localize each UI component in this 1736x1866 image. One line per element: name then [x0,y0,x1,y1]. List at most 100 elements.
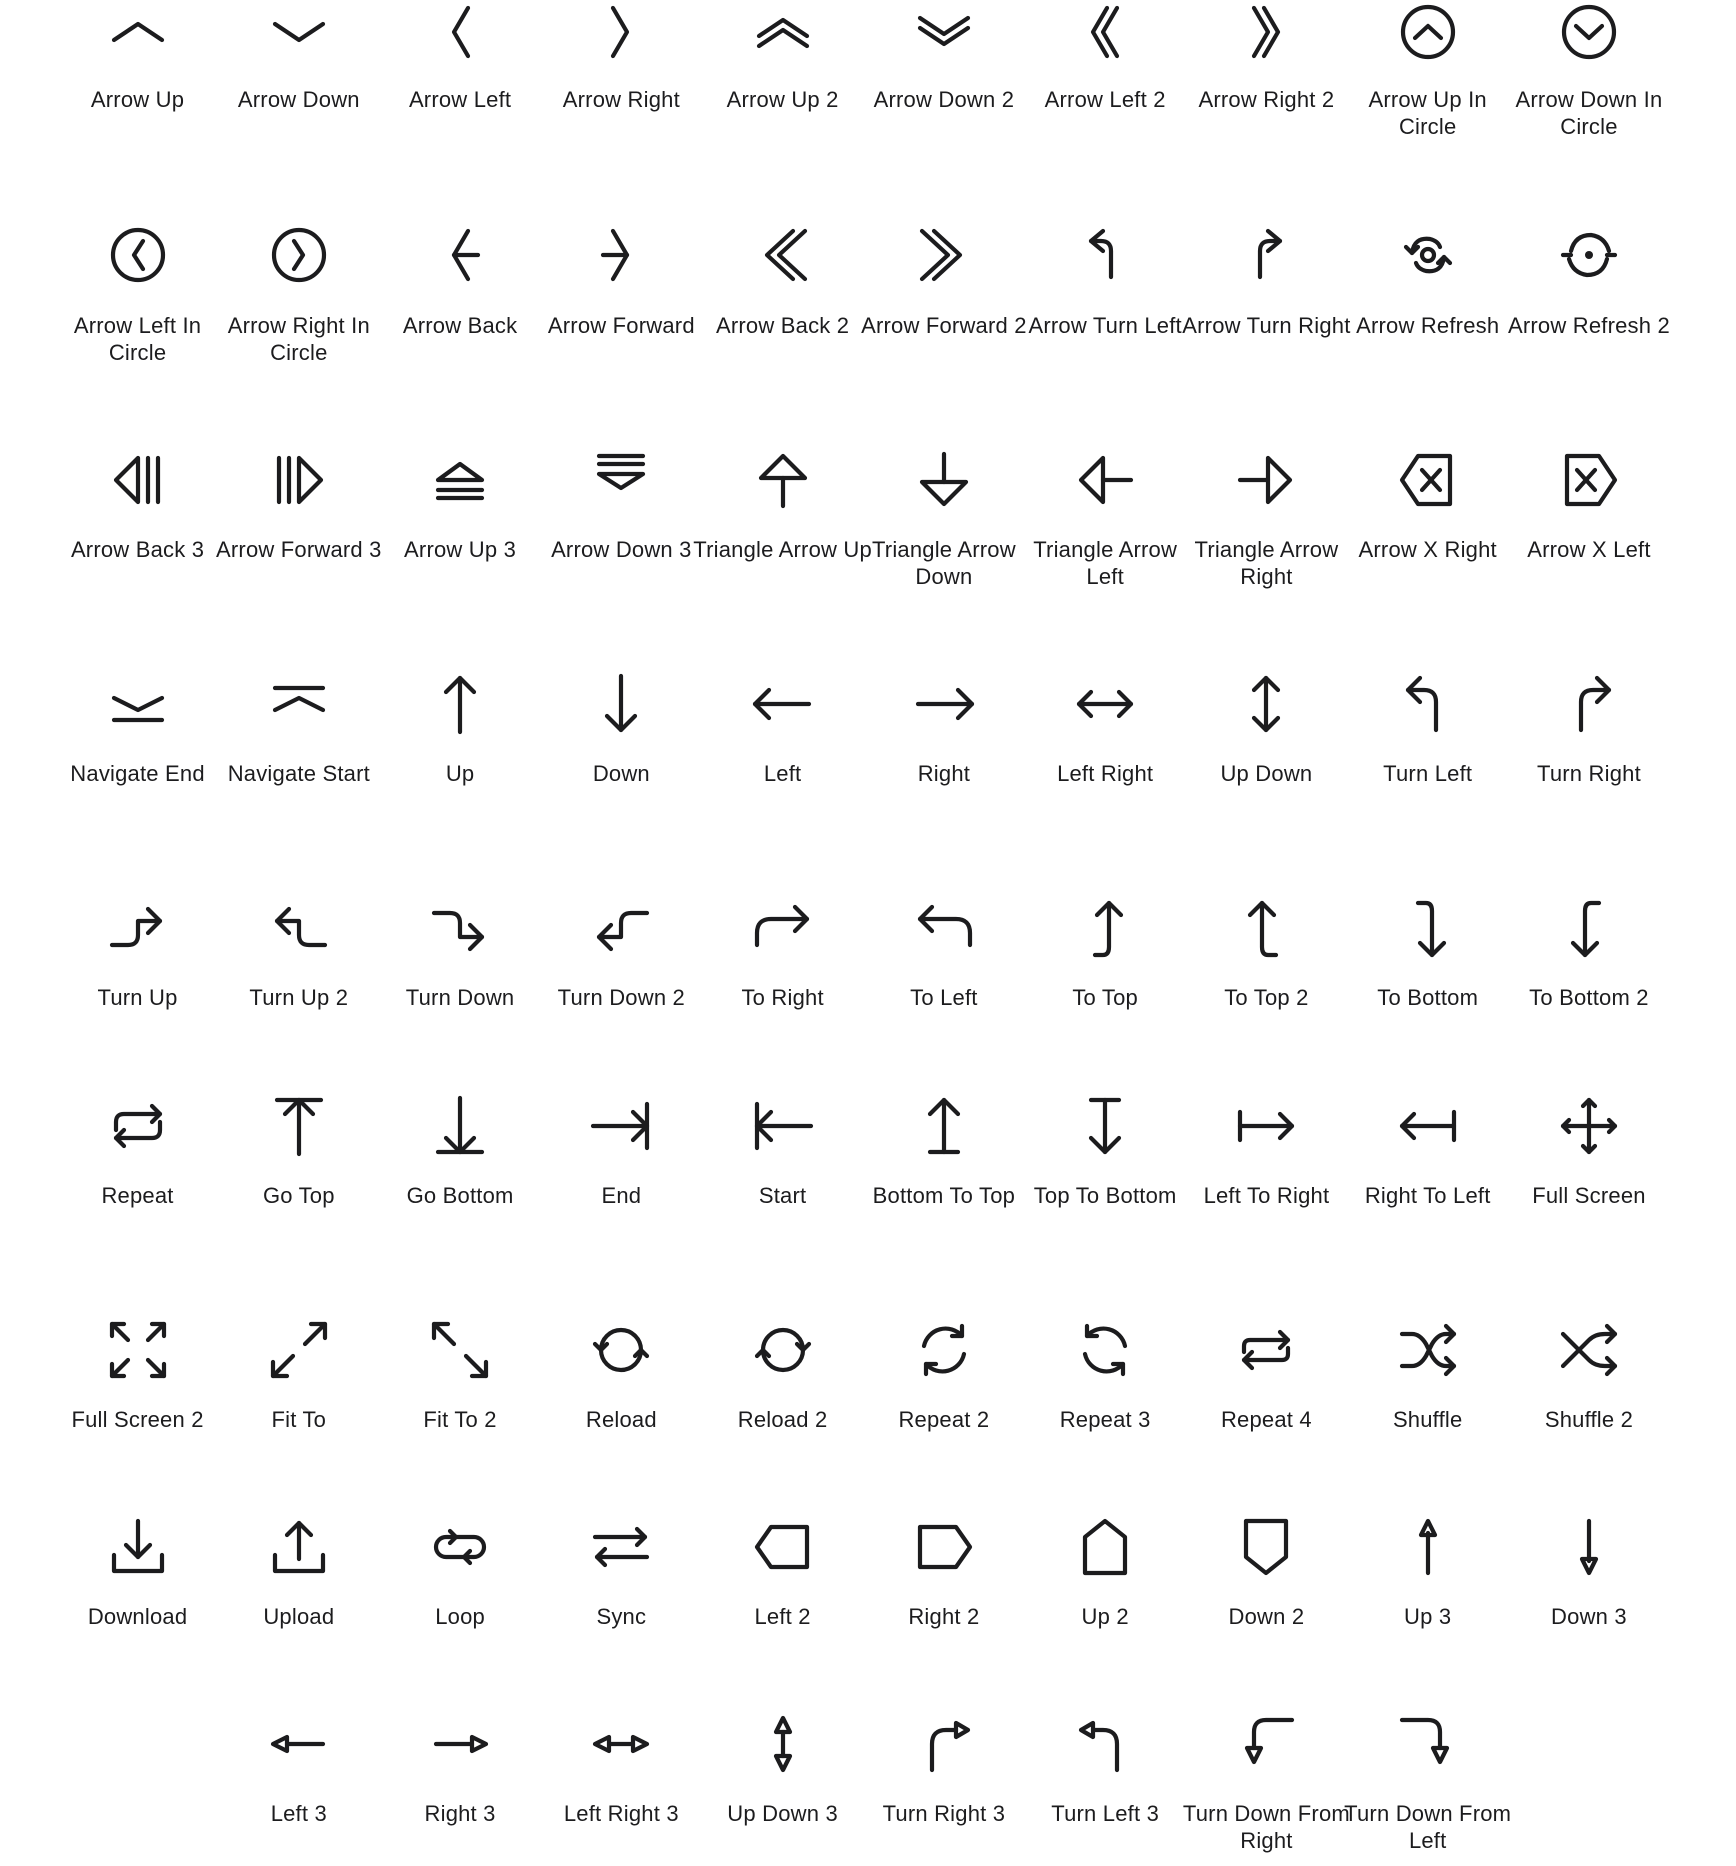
icon-label: Navigate Start [227,761,370,786]
icon-label: Up [445,761,475,786]
repeat-2-icon [921,1323,966,1377]
arrow-back-2-icon [764,228,807,282]
icon-label: Left 3 [270,1801,327,1826]
icon-label: Arrow Forward [547,313,695,338]
icon-label: Arrow Back 2 [716,313,850,338]
icon-label: Up Down [1220,761,1313,786]
navigate-end-icon [111,695,164,723]
icon-label: To Right [741,985,824,1010]
icon-label: Right 2 [908,1604,980,1629]
icon-label: To Top [1072,985,1138,1010]
arrow-back-icon [451,228,481,282]
icon-label: Arrow Forward 3 [216,537,382,562]
up-icon [443,675,477,735]
turn-left-3-icon [1079,1720,1120,1773]
repeat-4-icon [1242,1329,1291,1371]
shuffle-2-icon [1560,1323,1618,1377]
up-down-3-icon [773,1715,792,1773]
arrow-up-2-icon [756,17,809,49]
icon-label: Arrow Forward 2 [861,313,1027,338]
icon-label: To Bottom [1377,985,1479,1010]
icon-label: Turn Down 2 [557,985,685,1010]
arrow-down-2-icon [917,15,970,47]
go-top-icon [274,1097,323,1157]
icon-label: Shuffle 2 [1544,1407,1634,1432]
icon-label: Top To Bottom [1033,1183,1177,1208]
arrow-forward-icon [601,228,630,282]
to-bottom-2-icon [1570,900,1602,958]
arrow-forward-2-icon [919,228,962,282]
icon-label: Arrow Back 3 [70,537,205,562]
icon-label: Turn Right 3 [882,1801,1006,1826]
turn-right-3-icon [929,1720,970,1773]
icon-label: Arrow Down 3 [551,537,692,562]
right-icon [915,687,974,721]
left-right-3-icon [593,1734,650,1754]
go-bottom-icon [435,1095,485,1155]
top-to-bottom-icon [1089,1097,1122,1155]
bottom-to-top-icon [927,1097,960,1155]
arrow-left-icon [451,5,471,59]
icon-label: Left To Right [1203,1183,1330,1208]
right-2-icon [917,1524,972,1570]
to-top-icon [1093,900,1124,958]
turn-down-from-right-icon [1245,1717,1295,1765]
icon-label: Arrow Right [562,87,680,112]
to-bottom-icon [1415,900,1446,958]
icon-label: Arrow Right 2 [1198,87,1335,112]
icon-label: Up 2 [1081,1604,1129,1629]
icon-label: Fit To 2 [423,1407,497,1432]
shuffle-icon [1399,1323,1456,1377]
icon-label: Repeat [101,1183,174,1208]
turn-right-icon [1578,675,1612,733]
full-screen-icon [1560,1097,1618,1155]
icon-label: Navigate End [70,761,205,786]
navigate-start-icon [272,685,325,713]
icon-label: Down 2 [1228,1604,1305,1629]
icon-label: Turn Right [1537,761,1641,786]
repeat-icon [113,1103,162,1149]
icon-label: Bottom To Top [872,1183,1016,1208]
icon-label: Arrow X Right [1358,537,1497,562]
icon-label: Arrow Refresh 2 [1507,313,1670,338]
icon-label: Repeat 4 [1220,1407,1312,1432]
left-icon [752,687,811,721]
icon-label: Turn Down From Right [1182,1801,1350,1853]
arrow-up-3-icon [435,461,485,501]
arrow-down-icon [272,21,325,43]
icon-sheet: Arrow Up Arrow Down Arrow Left Arrow Right A… [0,0,1736,1866]
icon-label: To Left [910,985,978,1010]
icon-label: Go Top [262,1183,335,1208]
arrow-refresh-icon [1403,236,1452,274]
arrow-refresh-2-icon [1560,232,1618,278]
to-right-icon [754,904,809,948]
turn-down-icon [431,910,485,952]
icon-label: Arrow Up In Circle [1368,87,1487,139]
left-right-icon [1077,689,1134,719]
icon-label: Reload 2 [737,1407,828,1432]
up-3-icon [1418,1518,1437,1576]
arrow-turn-left-icon [1089,228,1114,280]
full-screen-2-icon [109,1321,166,1379]
triangle-arrow-down-icon [919,451,968,507]
down-icon [605,673,638,733]
icon-label: Left 2 [754,1604,811,1629]
arrow-right-in-circle-icon [271,227,326,283]
fit-to-2-icon [431,1321,489,1379]
right-to-left-icon [1399,1109,1456,1143]
icon-label: Turn Down From Left [1344,1801,1512,1853]
arrow-forward-3-icon [276,455,323,505]
icon-label: Arrow Down In Circle [1515,87,1663,139]
icon-label: Up 3 [1404,1604,1452,1629]
icon-label: Down [592,761,650,786]
download-icon [111,1518,164,1574]
icon-label: Full Screen 2 [71,1407,204,1432]
icon-label: Turn Down [405,985,515,1010]
up-down-icon [1252,675,1281,733]
arrow-turn-right-icon [1258,228,1283,280]
icon-label: Full Screen [1532,1183,1646,1208]
turn-left-icon [1405,675,1438,733]
icon-label: Right 3 [424,1801,496,1826]
left-3-icon [270,1734,325,1754]
icon-label: Turn Left 3 [1051,1801,1160,1826]
